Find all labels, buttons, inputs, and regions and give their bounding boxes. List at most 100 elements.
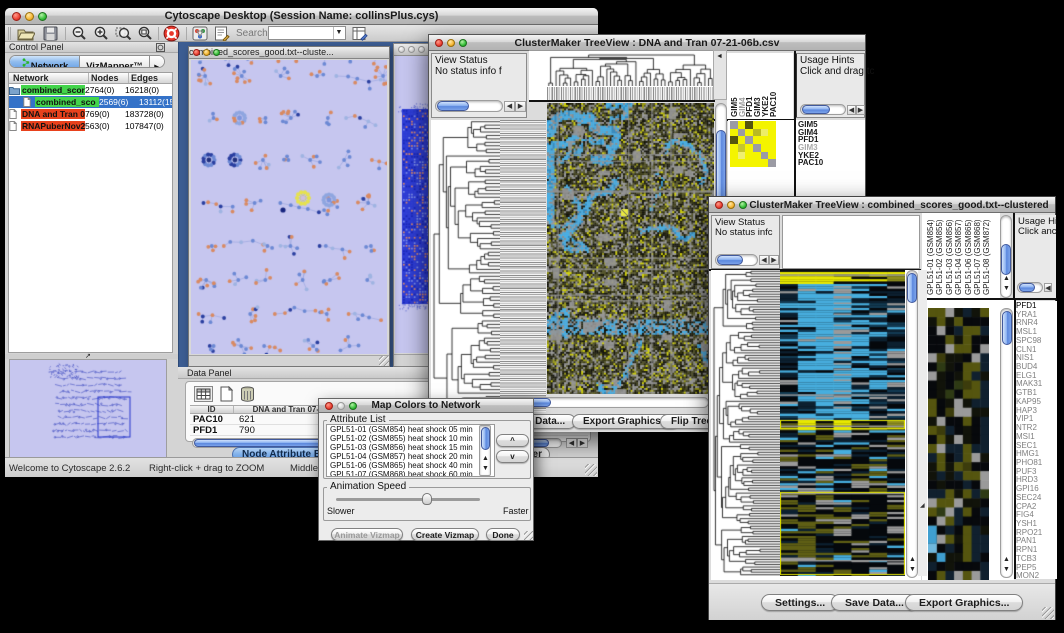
help-lifering-icon[interactable] [163, 25, 180, 42]
network-1-title-bar[interactable]: combined_scores_good.txt--cluste... [189, 47, 389, 59]
dialog-button[interactable]: Animate Vizmap [331, 528, 403, 541]
treeview-2-title-bar[interactable]: ClusterMaker TreeView : combined_scores_… [709, 197, 1055, 213]
dialog-button[interactable]: Done [486, 528, 520, 541]
network-overview-panel[interactable] [9, 359, 167, 458]
minimize-button[interactable] [408, 46, 415, 53]
tab-overflow[interactable]: ▶ [150, 56, 164, 67]
labels-vscrollbar[interactable]: ▲ ▼ [1000, 215, 1012, 298]
search-dropdown-icon[interactable]: ▼ [333, 27, 344, 39]
annotation-icon[interactable] [214, 26, 230, 41]
resize-grip[interactable] [379, 356, 389, 366]
minimize-button[interactable] [727, 201, 735, 209]
tab-vizmapper[interactable]: VizMapper™ [80, 56, 150, 67]
expression-heatmap[interactable] [780, 270, 905, 576]
scroll-down-icon[interactable]: ▼ [909, 565, 916, 575]
close-button[interactable] [715, 201, 723, 209]
scrollbar-thumb[interactable] [802, 105, 830, 114]
split-handle[interactable]: ◢ [918, 270, 927, 576]
network-table-row[interactable]: combined_sco 2569(6) 13112(15) [9, 96, 172, 108]
heatmap-vscrollbar[interactable]: ▲ ▼ [906, 270, 918, 578]
scrollbar-thumb[interactable] [1001, 244, 1011, 275]
scroll-down-icon[interactable]: ▼ [1003, 284, 1010, 294]
scroll-up-icon[interactable]: ▲ [909, 555, 916, 565]
scroll-left-icon[interactable]: ◄ [716, 52, 723, 62]
scroll-right-button[interactable]: ▶ [577, 438, 588, 448]
attribute-list-scrollbar[interactable]: ▲ ▼ [479, 425, 491, 476]
scroll-right-button[interactable]: ▶ [515, 101, 526, 112]
zoom-selected-icon[interactable] [115, 26, 132, 41]
resize-grip[interactable] [524, 531, 533, 540]
attribute-list-item[interactable]: GPL51-02 (GSM855) heat shock 10 min [327, 434, 494, 443]
zoom-button[interactable] [213, 49, 220, 56]
row-dendrogram-area[interactable] [431, 120, 500, 412]
zoom-button[interactable] [418, 46, 425, 53]
scroll-left-button[interactable]: ◀ [847, 105, 856, 115]
treeview-1-title-bar[interactable]: ClusterMaker TreeView : DNA and Tran 07-… [429, 35, 865, 51]
scroll-up-icon[interactable]: ▲ [1003, 274, 1010, 284]
row-dendrogram-area[interactable] [711, 270, 780, 576]
close-button[interactable] [398, 46, 405, 53]
zoom-vscrollbar[interactable]: ▲ ▼ [1000, 308, 1013, 578]
column-header-id[interactable]: ID [190, 406, 234, 413]
zoom-out-icon[interactable] [71, 26, 87, 41]
scroll-up-icon[interactable]: ▲ [1003, 555, 1010, 565]
scroll-left-button[interactable]: ◀ [566, 438, 577, 448]
search-input[interactable]: ▼ [268, 26, 346, 40]
network-table-row[interactable]: DNA and Tran 07 769(0) 183728(0) [9, 108, 172, 120]
zoom-in-icon[interactable] [93, 26, 109, 41]
dialog-title-bar[interactable]: Map Colors to Network [319, 399, 533, 413]
minimize-button[interactable] [203, 49, 210, 56]
dialog-button[interactable]: Create Vizmap [411, 528, 479, 541]
close-button[interactable] [193, 49, 200, 56]
treeview-button[interactable]: Settings... [761, 594, 839, 611]
split-handle-icon[interactable]: ◢ [920, 502, 925, 509]
view-status-scrollbar[interactable] [715, 254, 758, 266]
scroll-left-button[interactable]: ◀ [1044, 283, 1052, 292]
scroll-right-button[interactable]: ▶ [856, 105, 865, 115]
tab-network[interactable]: Network [10, 56, 80, 67]
attribute-browser-icon[interactable] [352, 26, 368, 41]
attribute-list-item[interactable]: GPL51-01 (GSM854) heat shock 05 min [327, 425, 494, 434]
attribute-list-item[interactable]: GPL51-06 (GSM865) heat shock 40 min [327, 461, 494, 470]
network-view-window-1[interactable]: combined_scores_good.txt--cluste... [188, 46, 390, 367]
resize-grip[interactable] [1042, 607, 1054, 619]
correlation-heatmap[interactable] [547, 103, 714, 394]
scroll-left-button[interactable]: ◀ [504, 101, 515, 112]
attribute-table-icon[interactable] [194, 386, 213, 402]
zoom-fit-icon[interactable] [137, 26, 153, 41]
column-header-edges[interactable]: Edges [129, 73, 172, 83]
float-panel-icon[interactable] [156, 43, 165, 52]
resize-grip[interactable] [585, 464, 597, 476]
column-header-nodes[interactable]: Nodes [89, 73, 129, 83]
column-dendrogram-area[interactable] [529, 50, 715, 100]
attribute-list-item[interactable]: GPL51-03 (GSM856) heat shock 15 min [327, 443, 494, 452]
view-status-scrollbar[interactable] [435, 100, 503, 112]
scroll-up-icon[interactable]: ▲ [482, 454, 489, 464]
scrollbar-thumb[interactable] [717, 255, 743, 265]
attribute-list-item[interactable]: GPL51-04 (GSM857) heat shock 20 min [327, 452, 494, 461]
move-down-button[interactable]: v [496, 450, 529, 463]
move-up-button[interactable]: ^ [496, 434, 529, 447]
scrollbar-thumb[interactable] [481, 427, 490, 450]
scrollbar-thumb[interactable] [1002, 311, 1012, 345]
animation-speed-slider[interactable] [336, 498, 480, 501]
scroll-right-button[interactable]: ▶ [769, 255, 779, 265]
treeview-button[interactable]: Export Graphics... [905, 594, 1023, 611]
scroll-down-icon[interactable]: ▼ [1003, 565, 1010, 575]
scrollbar-thumb[interactable] [907, 273, 917, 303]
attribute-list[interactable]: GPL51-01 (GSM854) heat shock 05 minGPL51… [326, 424, 495, 477]
usage-hints-scrollbar[interactable] [800, 104, 846, 115]
zoom-button[interactable] [739, 201, 747, 209]
usage-hints-scrollbar[interactable] [1017, 282, 1043, 293]
delete-attribute-icon[interactable] [239, 386, 258, 402]
slider-thumb[interactable] [422, 493, 432, 505]
scrollbar-thumb[interactable] [437, 101, 469, 111]
network-table-row[interactable]: combined_scores_ 2764(0) 16218(0) [9, 84, 172, 96]
column-header-network[interactable]: Network [9, 73, 89, 83]
network-table-row[interactable]: RNAPuberNov2+! 563(0) 107847(0) [9, 120, 172, 132]
column-dendrogram-canvas[interactable] [547, 52, 714, 86]
main-title-bar[interactable]: Cytoscape Desktop (Session Name: collins… [5, 8, 598, 25]
scroll-left-button[interactable]: ◀ [759, 255, 769, 265]
column-dendrogram-area[interactable] [782, 215, 920, 269]
scrollbar-thumb[interactable] [1019, 283, 1035, 292]
